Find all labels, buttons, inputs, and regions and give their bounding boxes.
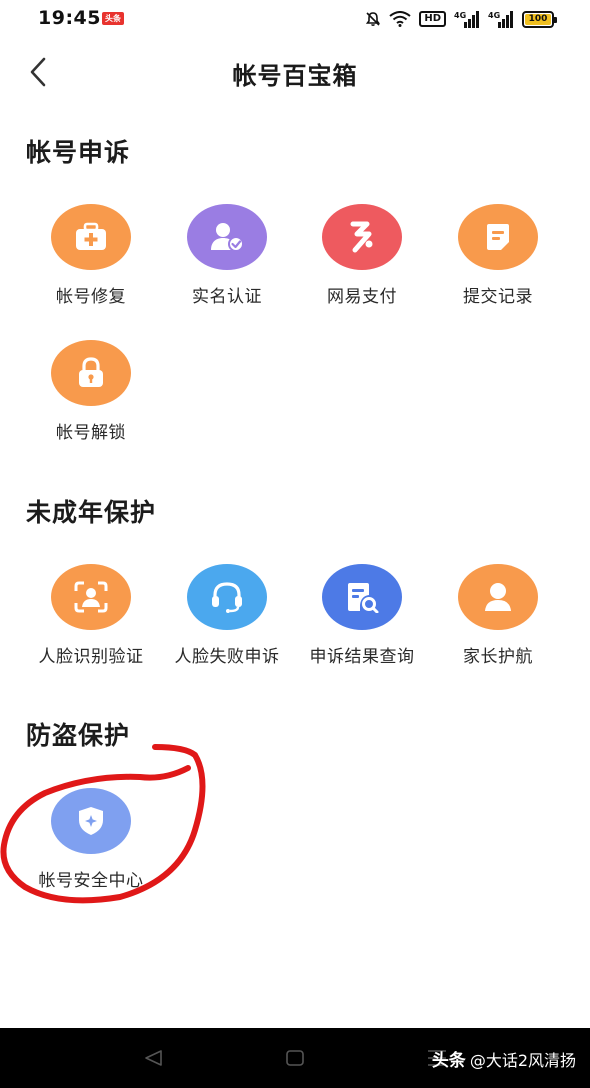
nav-home-icon[interactable] bbox=[285, 1048, 305, 1068]
signal-icon: 4G bbox=[488, 11, 513, 28]
tile-submit-records[interactable]: 提交记录 bbox=[430, 204, 566, 307]
parent-icon bbox=[485, 583, 511, 611]
nav-header: 帐号百宝箱 bbox=[0, 38, 590, 106]
wifi-icon bbox=[389, 11, 411, 27]
tile-label: 提交记录 bbox=[463, 287, 533, 307]
nav-back-icon[interactable] bbox=[143, 1048, 163, 1068]
tile-label: 家长护航 bbox=[463, 647, 533, 667]
tile-label: 实名认证 bbox=[192, 287, 262, 307]
icon-circle bbox=[187, 564, 267, 630]
watermark: 头条 @大话2风清扬 bbox=[431, 1046, 576, 1072]
section-title: 帐号申诉 bbox=[26, 138, 131, 167]
face-scan-icon bbox=[74, 581, 108, 613]
battery-level: 100 bbox=[528, 14, 548, 24]
battery-icon: 100 bbox=[522, 10, 557, 28]
icon-circle bbox=[458, 204, 538, 270]
status-bar: 19:45 头条 HD 4G 4G 100 bbox=[0, 0, 590, 38]
document-icon bbox=[487, 224, 509, 250]
icon-circle bbox=[458, 564, 538, 630]
tile-label: 申诉结果查询 bbox=[309, 647, 415, 667]
signal-icon: 4G bbox=[454, 11, 479, 28]
tile-label: 人脸识别验证 bbox=[38, 647, 144, 667]
status-time: 19:45 bbox=[38, 7, 101, 29]
annotation-circle bbox=[0, 744, 206, 904]
tile-face-verify[interactable]: 人脸识别验证 bbox=[23, 564, 159, 667]
tile-label: 帐号修复 bbox=[56, 287, 126, 307]
tile-appeal-result-query[interactable]: 申诉结果查询 bbox=[294, 564, 430, 667]
icon-circle bbox=[51, 340, 131, 406]
system-nav-bar: 头条 @大话2风清扬 bbox=[0, 1028, 590, 1088]
network-type-label: 4G bbox=[454, 11, 466, 20]
tile-label: 人脸失败申诉 bbox=[174, 647, 280, 667]
watermark-brand: 头条 bbox=[431, 1051, 466, 1071]
netease-pay-icon bbox=[350, 221, 373, 253]
tile-account-unlock[interactable]: 帐号解锁 bbox=[23, 340, 159, 443]
search-document-icon bbox=[348, 583, 379, 613]
tile-parent-guard[interactable]: 家长护航 bbox=[430, 564, 566, 667]
section-title: 未成年保护 bbox=[26, 498, 157, 527]
icon-circle bbox=[322, 204, 402, 270]
headset-icon bbox=[212, 582, 242, 613]
network-type-label: 4G bbox=[488, 11, 500, 20]
user-verified-icon bbox=[211, 223, 244, 252]
mute-icon bbox=[366, 12, 381, 26]
tile-face-fail-appeal[interactable]: 人脸失败申诉 bbox=[159, 564, 295, 667]
lock-icon bbox=[79, 357, 103, 387]
status-icons: HD 4G 4G 100 bbox=[365, 9, 557, 29]
tile-account-repair[interactable]: 帐号修复 bbox=[23, 204, 159, 307]
hd-icon: HD bbox=[419, 11, 446, 27]
app-notification-badge: 头条 bbox=[102, 12, 124, 25]
icon-circle bbox=[322, 564, 402, 630]
watermark-handle: @大话2风清扬 bbox=[469, 1050, 576, 1070]
tile-label: 网易支付 bbox=[327, 287, 397, 307]
tile-label: 帐号解锁 bbox=[56, 423, 126, 443]
icon-circle bbox=[51, 564, 131, 630]
medical-kit-icon bbox=[76, 222, 106, 250]
tile-real-name-verify[interactable]: 实名认证 bbox=[159, 204, 295, 307]
tile-netease-pay[interactable]: 网易支付 bbox=[294, 204, 430, 307]
icon-circle bbox=[187, 204, 267, 270]
page-title: 帐号百宝箱 bbox=[232, 62, 358, 90]
icon-circle bbox=[51, 204, 131, 270]
